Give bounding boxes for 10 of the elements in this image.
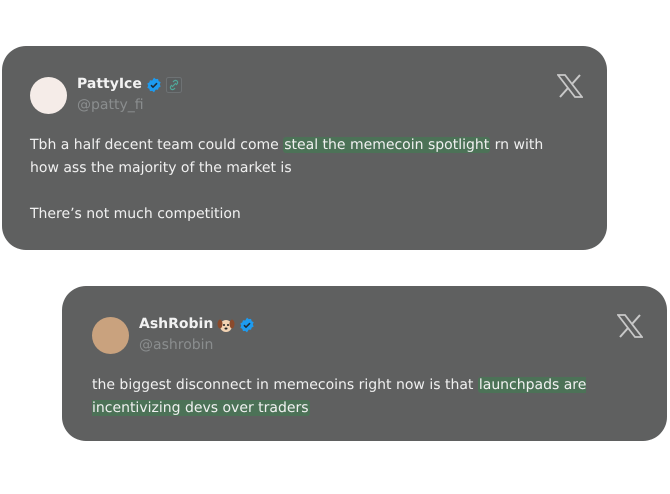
tweet-text: the biggest disconnect in memecoins right now is that launchpads are incentivizing devs over traders xyxy=(92,376,588,418)
author-name: PattyIce xyxy=(77,75,142,94)
tweet-text: Tbh a half decent team could come steal the memecoin spotlight rn with how ass the majority of the market is xyxy=(30,136,544,178)
x-logo-icon xyxy=(617,314,643,338)
tweet-text: There’s not much competition xyxy=(30,205,242,224)
link-icon xyxy=(166,76,182,92)
avatar xyxy=(30,76,67,114)
x-logo-icon xyxy=(557,74,583,98)
author-name: AshRobin xyxy=(139,315,214,334)
avatar xyxy=(92,316,129,354)
